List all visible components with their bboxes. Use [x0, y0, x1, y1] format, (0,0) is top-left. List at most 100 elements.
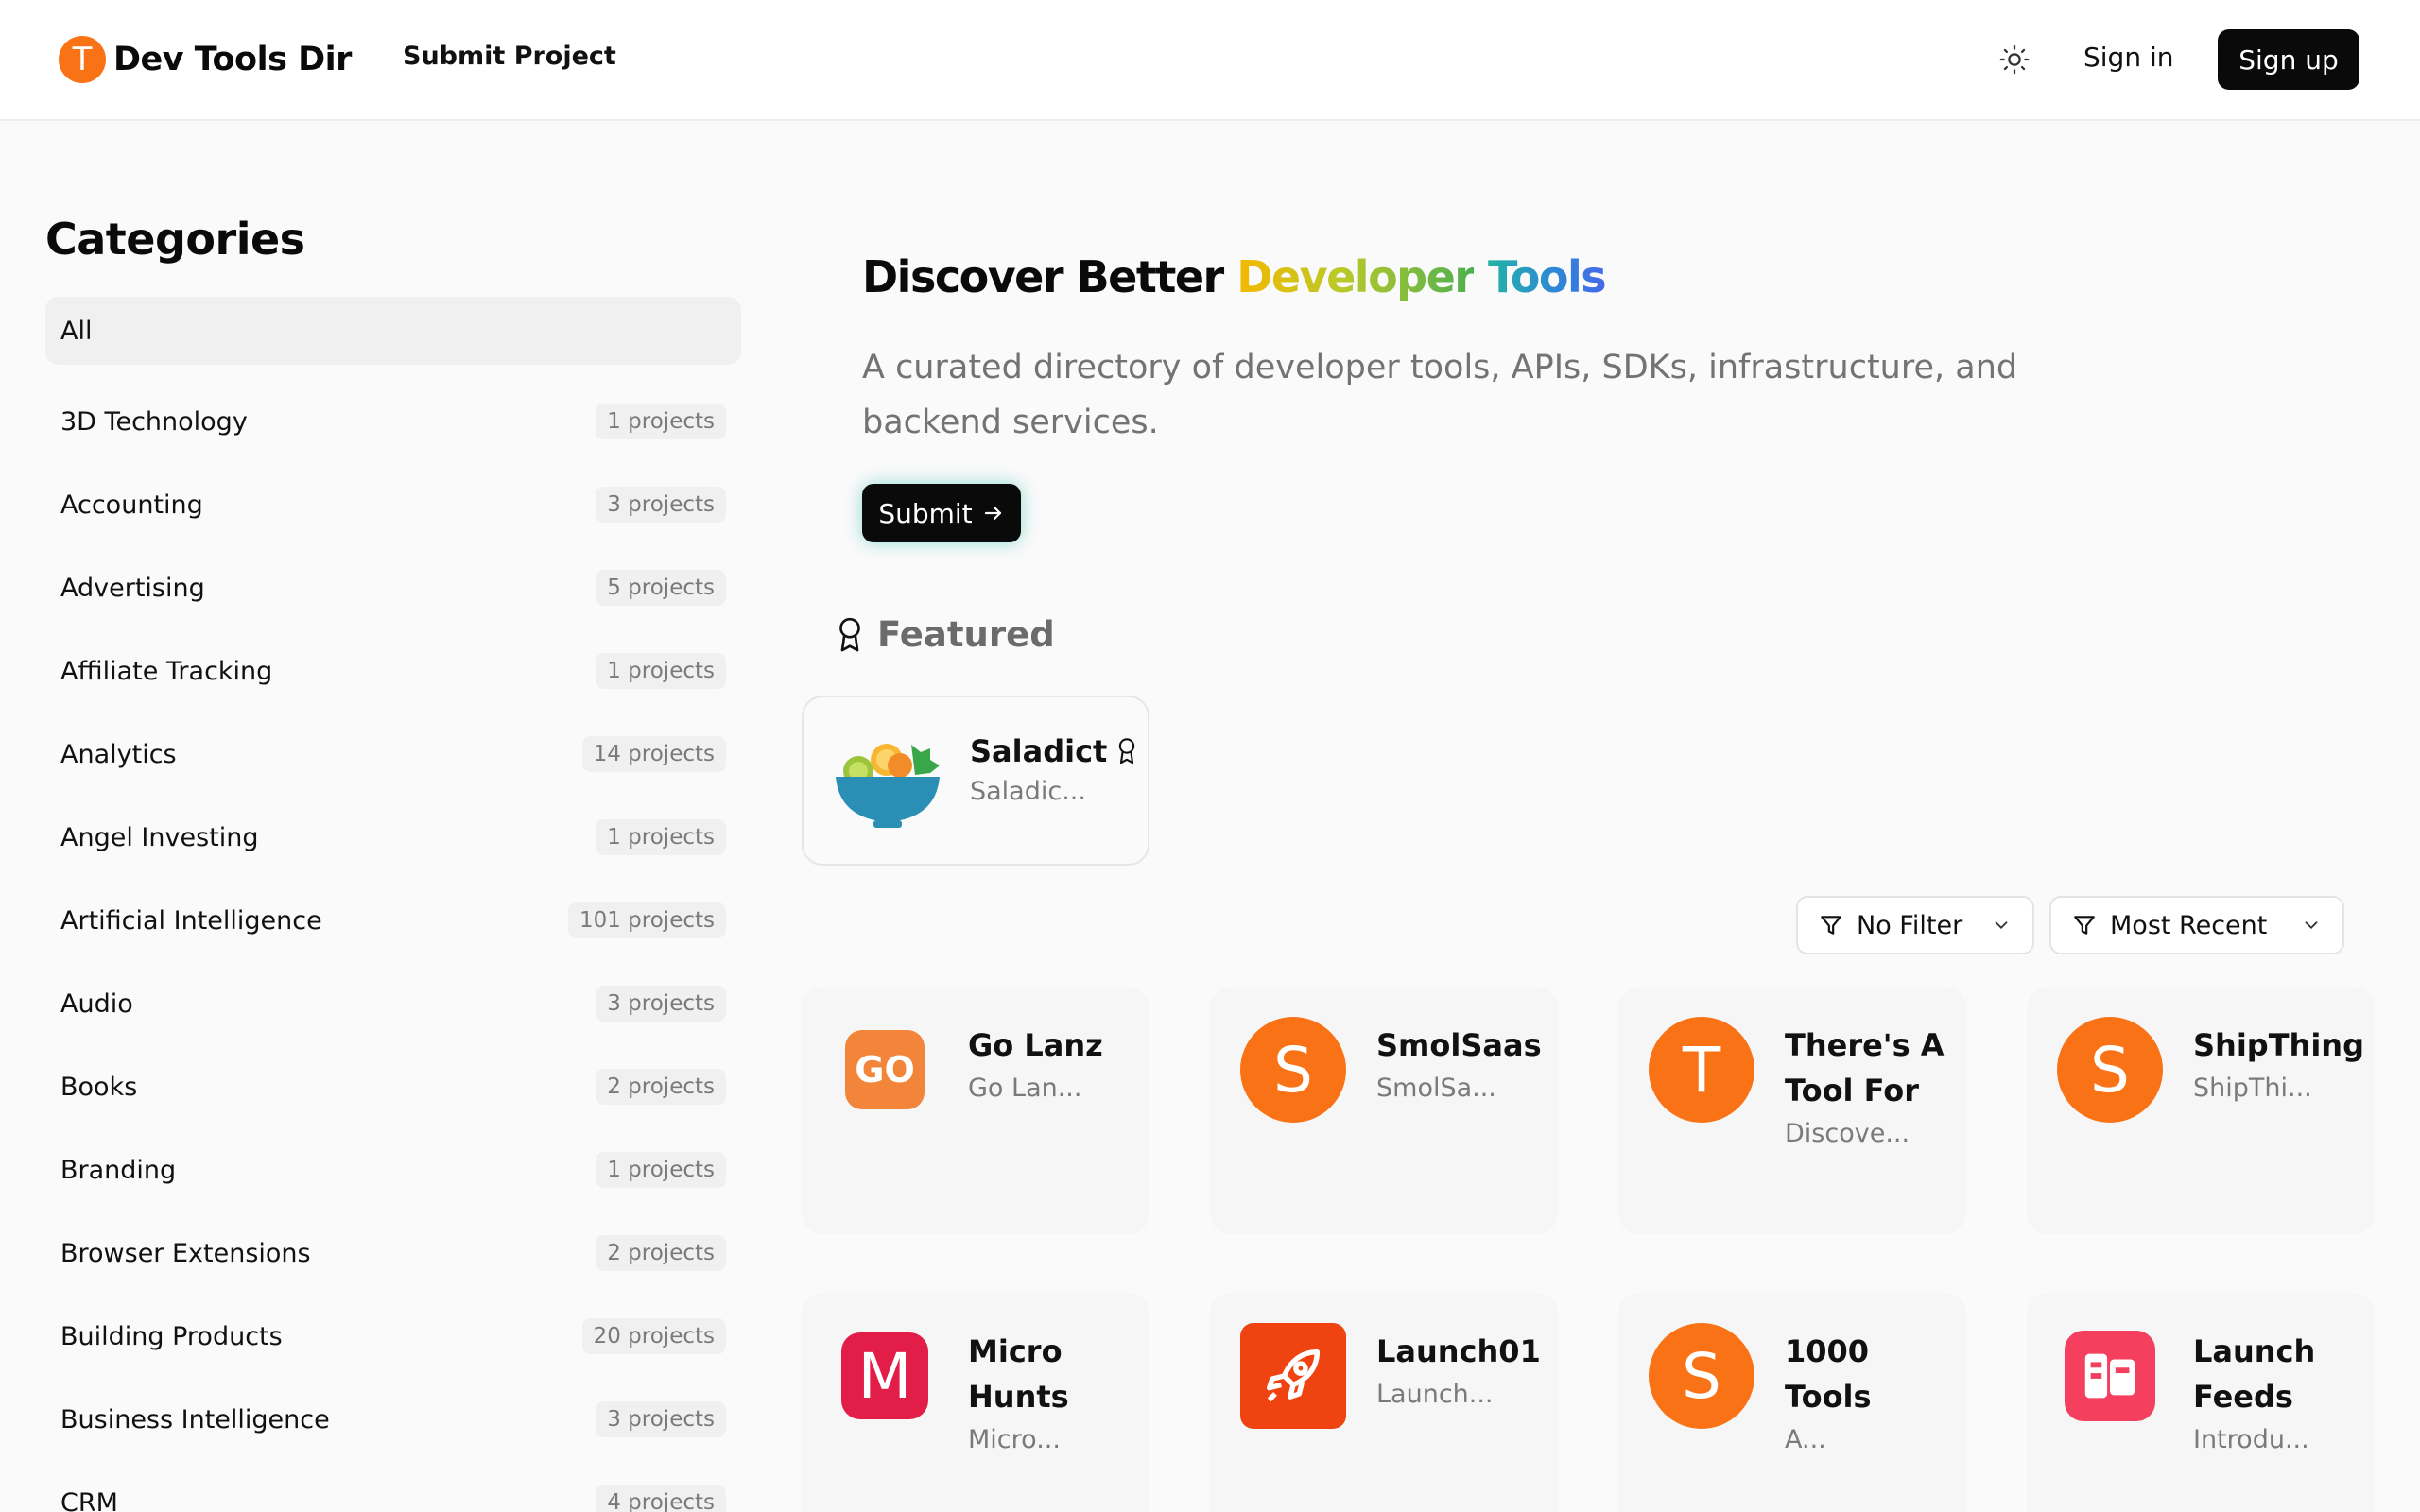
- category-label: All: [60, 316, 93, 346]
- category-item[interactable]: Advertising 5 projects: [45, 546, 741, 629]
- categories-heading: Categories: [45, 214, 305, 265]
- chevron-down-icon: [2305, 921, 2318, 930]
- hero-title-plain: Discover Better: [862, 251, 1237, 302]
- project-logo: [2065, 1331, 2155, 1421]
- project-name: Launch Feeds: [2193, 1333, 2316, 1415]
- project-title-block: Launch01 Launch...: [1376, 1329, 1548, 1416]
- project-name: 1000 Tools: [1785, 1333, 1872, 1415]
- project-logo: S: [1649, 1323, 1754, 1429]
- category-label: Artificial Intelligence: [60, 905, 322, 936]
- sort-dropdown[interactable]: Most Recent: [2049, 896, 2344, 954]
- project-name: SmolSaas: [1376, 1027, 1542, 1063]
- category-item[interactable]: 3D Technology 1 projects: [45, 380, 741, 463]
- featured-label: Featured: [877, 614, 1055, 655]
- category-count-badge: 1 projects: [596, 404, 726, 439]
- category-filter-label: No Filter: [1857, 910, 1963, 940]
- category-count-badge: 1 projects: [596, 653, 726, 689]
- category-item[interactable]: Branding 1 projects: [45, 1128, 741, 1211]
- hero-title-highlight-1: Developer: [1236, 251, 1476, 302]
- category-item[interactable]: Business Intelligence 3 projects: [45, 1378, 741, 1461]
- project-logo: S: [2057, 1017, 2163, 1123]
- category-item[interactable]: Affiliate Tracking 1 projects: [45, 629, 741, 713]
- category-label: Building Products: [60, 1321, 283, 1351]
- category-item[interactable]: Browser Extensions 2 projects: [45, 1211, 741, 1295]
- featured-card-description: Saladic...: [970, 777, 1086, 806]
- project-name: Go Lanz: [968, 1027, 1103, 1063]
- category-label: Analytics: [60, 739, 177, 769]
- category-item[interactable]: Artificial Intelligence 101 projects: [45, 879, 741, 962]
- project-card[interactable]: M Micro Hunts Micro...: [802, 1293, 1150, 1512]
- category-label: Audio: [60, 988, 133, 1019]
- category-count-badge: 2 projects: [596, 1069, 726, 1105]
- category-item[interactable]: Audio 3 projects: [45, 962, 741, 1045]
- hero-submit-label: Submit: [878, 497, 973, 529]
- project-title-block: SmolSaas SmolSa...: [1376, 1022, 1548, 1109]
- category-label: CRM: [60, 1487, 118, 1512]
- featured-card-name: Saladict: [970, 733, 1108, 769]
- category-count-badge: 1 projects: [596, 1152, 726, 1188]
- project-card[interactable]: GO Go Lanz Go Lan...: [802, 987, 1150, 1234]
- award-icon: [839, 617, 860, 651]
- category-item[interactable]: Accounting 3 projects: [45, 463, 741, 546]
- project-logo: GO: [845, 1030, 925, 1109]
- theme-toggle-button[interactable]: [1998, 43, 2031, 76]
- project-card[interactable]: S SmolSaas SmolSa...: [1210, 987, 1558, 1234]
- category-count-badge: 3 projects: [596, 986, 726, 1022]
- project-description: ShipThi...: [2193, 1074, 2312, 1103]
- brand-home-link[interactable]: T Dev Tools Dir: [59, 36, 352, 83]
- category-filter-dropdown[interactable]: No Filter: [1796, 896, 2034, 954]
- project-logo: [1240, 1323, 1346, 1429]
- project-description: A...: [1785, 1425, 1826, 1454]
- project-description: Go Lan...: [968, 1074, 1082, 1103]
- arrow-right-icon: [984, 506, 1001, 521]
- sign-up-button[interactable]: Sign up: [2218, 29, 2360, 90]
- category-label: Browser Extensions: [60, 1238, 311, 1268]
- submit-project-link[interactable]: Submit Project: [403, 42, 616, 71]
- filter-icon: [2074, 916, 2095, 935]
- project-title-block: ShipThing ShipThi...: [2193, 1022, 2365, 1109]
- project-logo: M: [841, 1332, 928, 1419]
- category-item[interactable]: Building Products 20 projects: [45, 1295, 741, 1378]
- category-item[interactable]: Angel Investing 1 projects: [45, 796, 741, 879]
- category-label: Books: [60, 1072, 138, 1102]
- project-card[interactable]: Launch Feeds Introdu...: [2027, 1293, 2375, 1512]
- project-title-block: Micro Hunts Micro...: [968, 1329, 1140, 1461]
- project-card[interactable]: S ShipThing ShipThi...: [2027, 987, 2375, 1234]
- rocket-icon: [1266, 1349, 1321, 1402]
- project-description: Introdu...: [2193, 1425, 2309, 1454]
- award-icon: [1119, 738, 1135, 765]
- top-nav: T Dev Tools Dir Submit Project Sign in S…: [0, 0, 2420, 121]
- category-count-badge: 2 projects: [596, 1235, 726, 1271]
- hero-title: Discover Better Developer Tools: [862, 251, 1607, 302]
- category-item[interactable]: All: [45, 297, 741, 365]
- category-count-badge: 14 projects: [581, 736, 726, 772]
- project-name: Launch01: [1376, 1333, 1541, 1369]
- chevron-down-icon: [1995, 921, 2008, 930]
- project-logo: S: [1240, 1017, 1346, 1123]
- hero-submit-button[interactable]: Submit: [862, 484, 1021, 542]
- project-description: SmolSa...: [1376, 1074, 1496, 1103]
- project-card[interactable]: Launch01 Launch...: [1210, 1293, 1558, 1512]
- project-name: There's A Tool For: [1785, 1027, 1945, 1108]
- featured-card-saladict[interactable]: Saladict Saladic...: [802, 696, 1150, 866]
- sort-label: Most Recent: [2110, 910, 2268, 940]
- sun-icon: [1999, 44, 2030, 75]
- category-item[interactable]: CRM 4 projects: [45, 1461, 741, 1512]
- category-count-badge: 20 projects: [581, 1318, 726, 1354]
- category-label: Affiliate Tracking: [60, 656, 273, 686]
- project-card[interactable]: T There's A Tool For Discove...: [1618, 987, 1966, 1234]
- sign-in-link[interactable]: Sign in: [2083, 42, 2174, 73]
- project-description: Discove...: [1785, 1119, 1910, 1148]
- project-logo: T: [1649, 1017, 1754, 1123]
- category-label: Angel Investing: [60, 822, 259, 852]
- project-title-block: There's A Tool For Discove...: [1785, 1022, 1957, 1155]
- project-title-block: 1000 Tools A...: [1785, 1329, 1957, 1461]
- featured-heading: Featured: [836, 614, 1055, 655]
- category-item[interactable]: Books 2 projects: [45, 1045, 741, 1128]
- project-card[interactable]: S 1000 Tools A...: [1618, 1293, 1966, 1512]
- salad-bowl-icon: [836, 744, 940, 828]
- category-label: Business Intelligence: [60, 1404, 330, 1435]
- category-item[interactable]: Analytics 14 projects: [45, 713, 741, 796]
- category-count-badge: 3 projects: [596, 1401, 726, 1437]
- category-count-badge: 101 projects: [567, 902, 726, 938]
